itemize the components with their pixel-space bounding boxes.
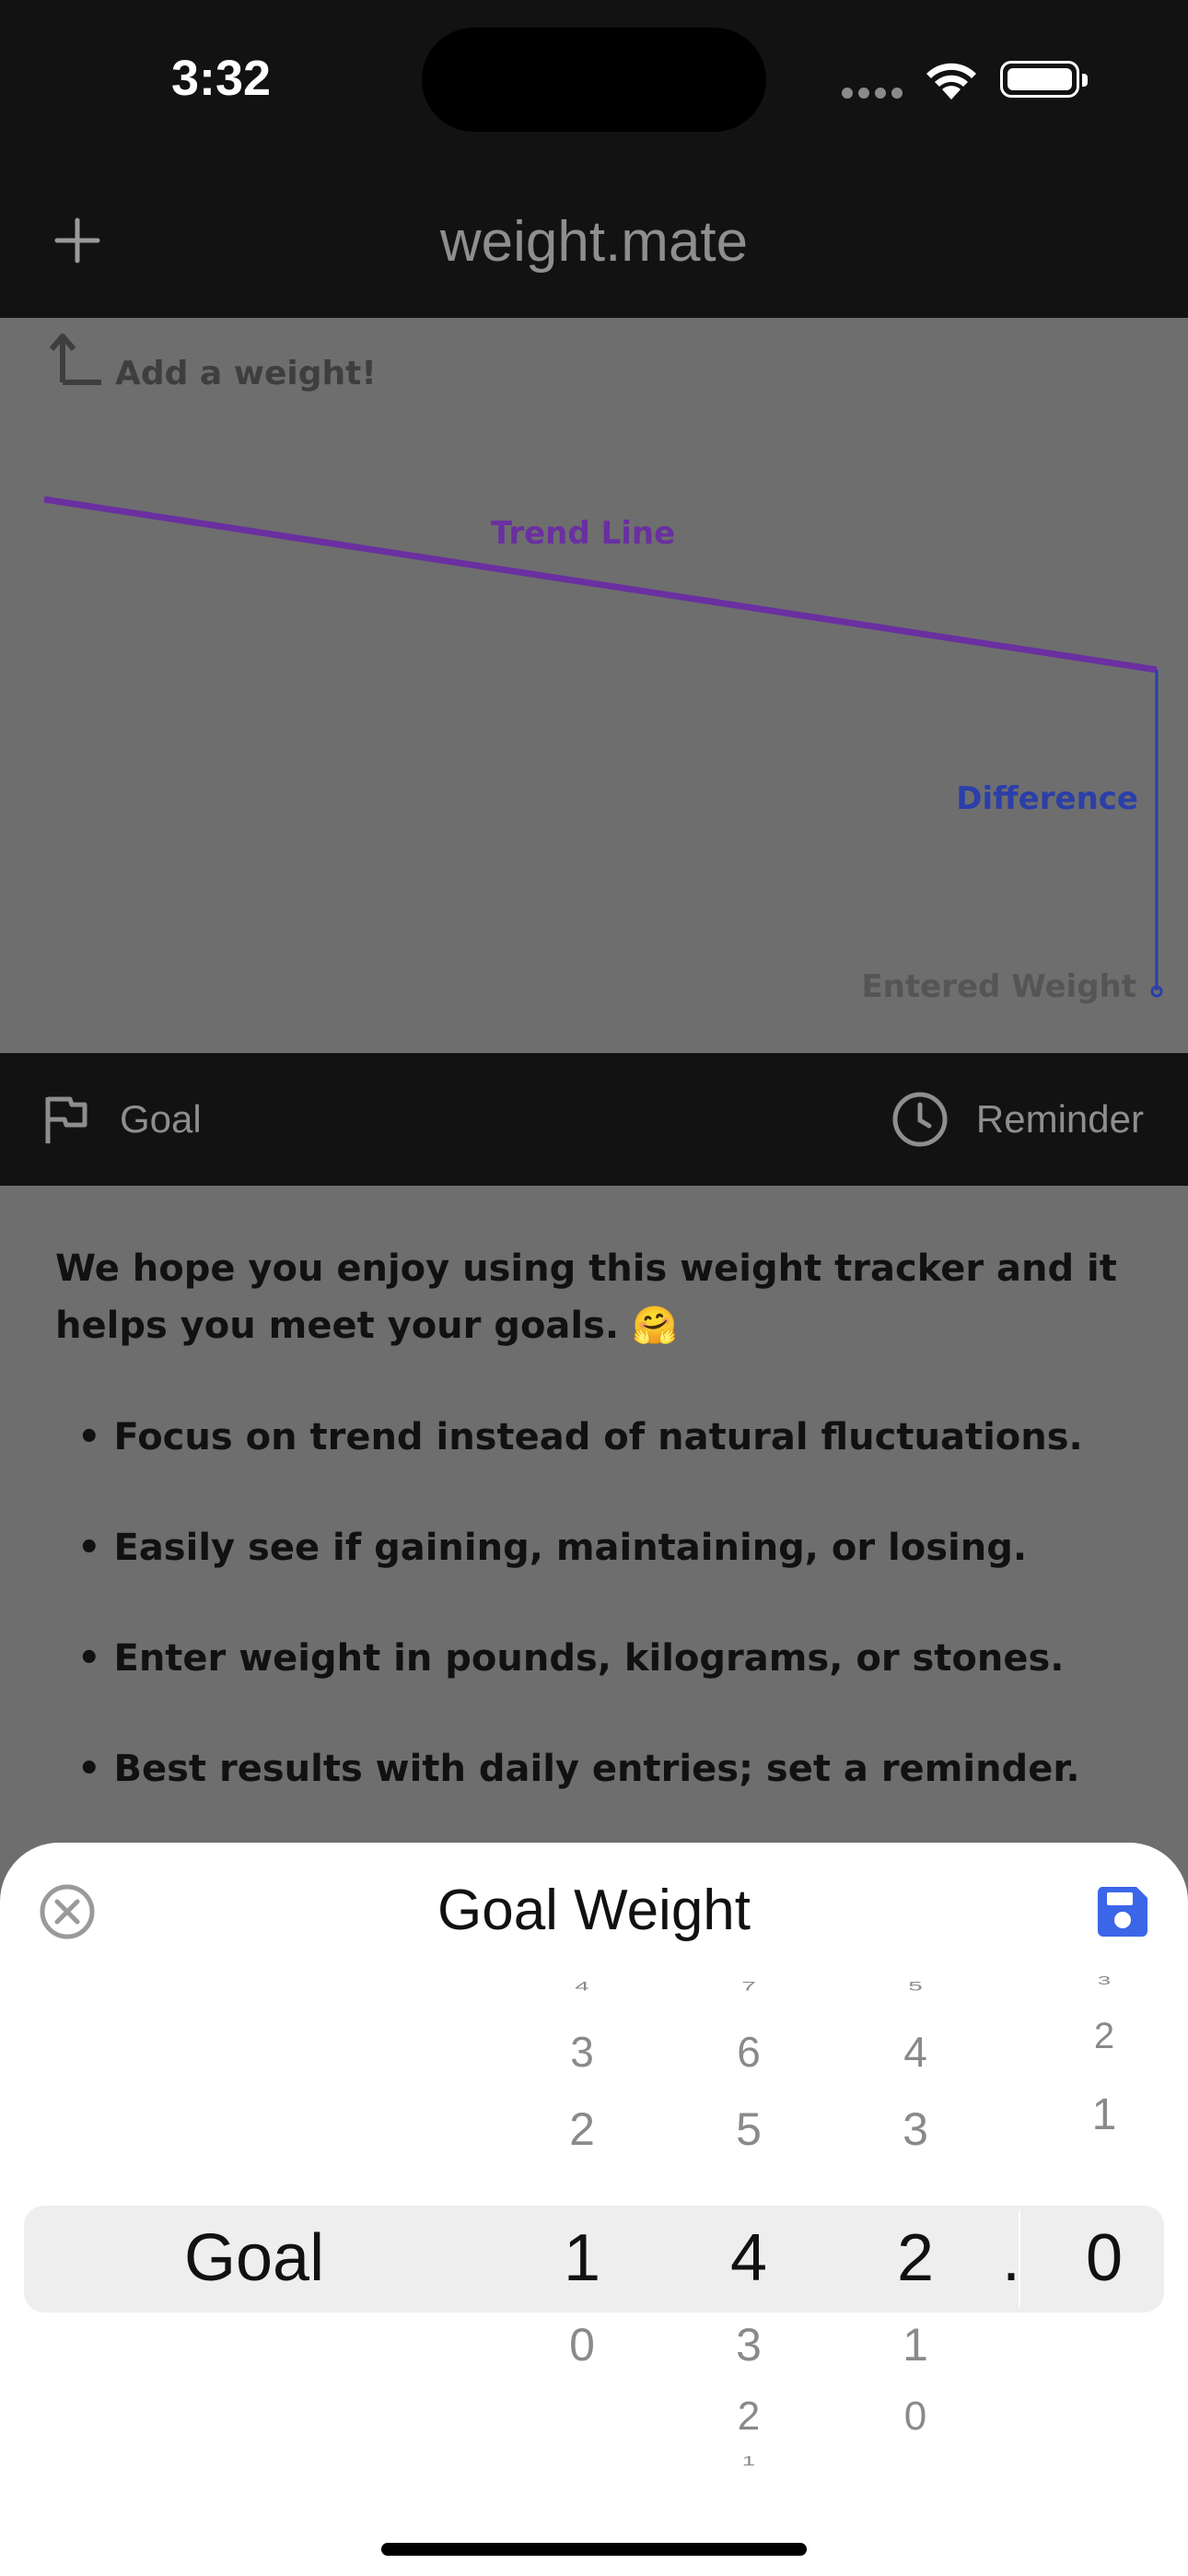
picker-column-hundreds[interactable]: 2 3 4 0 1 [541,1843,623,2576]
cellular-signal-icon [842,85,908,102]
picker-option[interactable]: 1 [707,2453,790,2469]
picker-option[interactable]: 3 [874,2102,957,2156]
entered-weight-label: Entered Weight [861,968,1136,1005]
feature-item: • Enter weight in pounds, kilograms, or … [77,1637,1065,1680]
trend-line-label: Trend Line [491,515,675,552]
picker-option[interactable]: 2 [707,2394,790,2440]
reminder-tab-button[interactable]: Reminder [891,1092,1144,1147]
goal-weight-sheet: Goal Weight Goal 23401 5673214 345102 . … [0,1843,1188,2576]
picker-column-tens[interactable]: 5 6 7 3 2 1 4 [707,1843,790,2576]
picker-column-tenths[interactable]: 1 2 3 0 [1063,1843,1146,2576]
nav-bar: weight.mate [0,161,1188,318]
picker-option[interactable]: 3 [541,2027,623,2077]
picker-option[interactable]: 4 [541,1979,623,1994]
feature-item: • Focus on trend instead of natural fluc… [77,1416,1083,1458]
goal-tab-button[interactable]: Goal [42,1092,202,1147]
picker-option[interactable]: 3 [707,2318,790,2371]
entered-weight-point [1150,985,1163,998]
feature-item: • Easily see if gaining, maintaining, or… [77,1527,1028,1569]
difference-label: Difference [956,780,1138,817]
picker-option[interactable]: 5 [707,2102,790,2156]
picker-column-ones[interactable]: 3 4 5 1 0 2 [874,1843,957,2576]
picker-option[interactable]: 3 [1063,1973,1146,1988]
picker-option[interactable]: 1 [874,2318,957,2371]
app-title: weight.mate [439,210,749,274]
picker-option[interactable]: 4 [874,2027,957,2077]
dynamic-island [422,28,766,132]
clock-icon [892,1092,948,1147]
explainer-chart: Trend Line Difference Entered Weight [43,496,1163,1005]
picker-option[interactable]: 0 [541,2318,623,2371]
picker-row-label: Goal [184,2221,325,2295]
picker-option[interactable]: 5 [874,1979,957,1994]
battery-icon [1000,61,1088,98]
decimal-point: . [1002,2221,1021,2295]
chart-hint-area: Add a weight! Trend Line Difference Ente… [0,318,1188,1053]
feature-list: • Focus on trend instead of natural fluc… [77,1408,1164,1850]
wifi-icon [926,63,976,100]
picker-selected-value[interactable]: 2 [874,2220,957,2296]
picker-selected-value[interactable]: 0 [1063,2220,1146,2296]
picker-selected-value[interactable]: 1 [541,2220,623,2296]
picker-selected-value[interactable]: 4 [707,2220,790,2296]
picker-option[interactable]: 2 [541,2102,623,2156]
feature-item: • Best results with daily entries; set a… [77,1748,1080,1790]
status-time: 3:32 [171,51,272,106]
tab-bar: Goal Reminder [0,1053,1188,1186]
intro-text: We hope you enjoy using this weight trac… [55,1247,1117,1347]
reminder-tab-label: Reminder [975,1097,1144,1141]
picker-option[interactable]: 0 [874,2394,957,2440]
flag-icon [45,1096,87,1143]
status-bar: 3:32 [0,0,1188,161]
goal-tab-label: Goal [120,1097,202,1141]
picker-option[interactable]: 2 [1063,2016,1146,2057]
picker-option[interactable]: 1 [1063,2090,1146,2140]
home-indicator [381,2543,807,2556]
picker-option[interactable]: 6 [707,2027,790,2077]
picker-option[interactable]: 7 [707,1979,790,1994]
